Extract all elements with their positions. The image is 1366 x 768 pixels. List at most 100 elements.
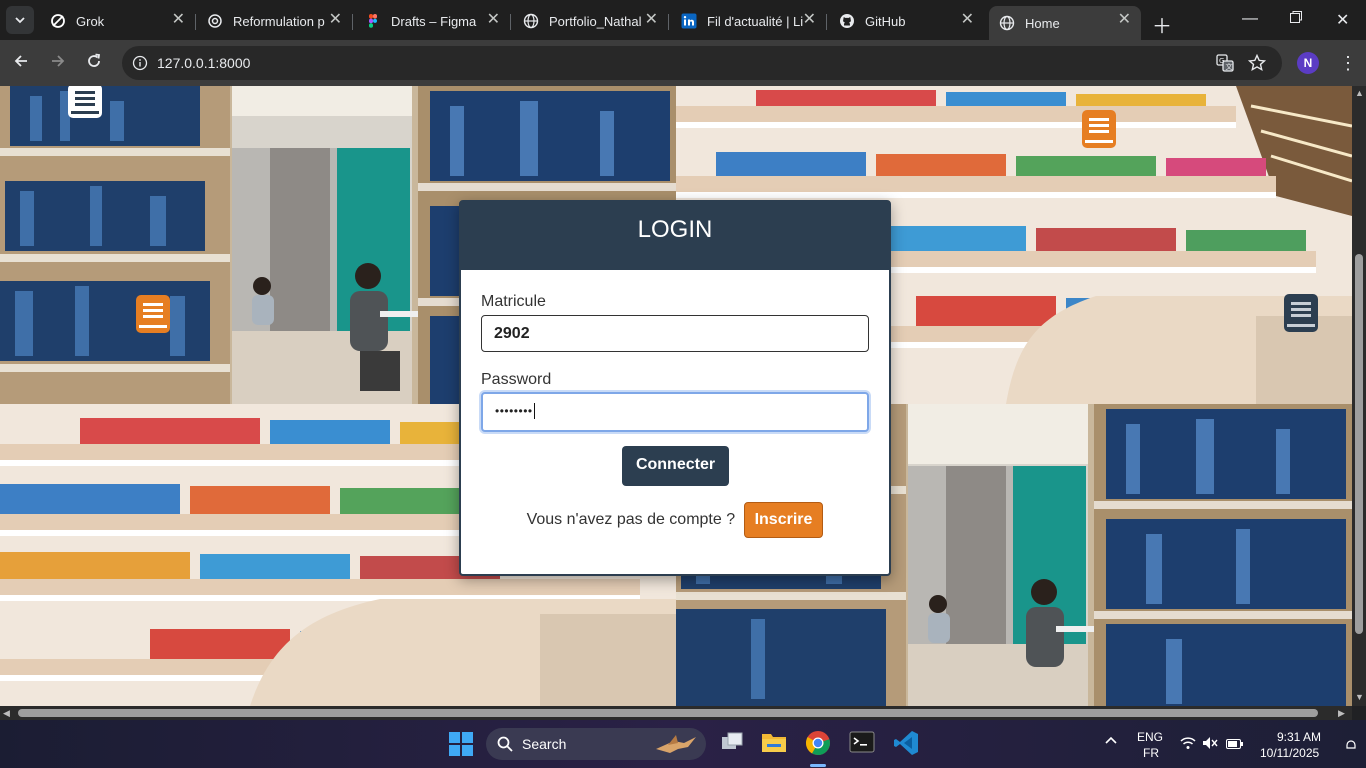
browser-toolbar: 127.0.0.1:8000 G文 N ⋮ — [0, 40, 1366, 86]
browser-tab-strip: Grok ✕ Reformulation p ✕ Drafts – Figma … — [0, 0, 1366, 40]
scroll-left-arrow-icon[interactable]: ◀ — [3, 708, 10, 719]
tab-title: GitHub — [865, 13, 906, 29]
forward-button[interactable] — [47, 52, 69, 74]
no-account-text: Vous n'avez pas de compte ? — [526, 511, 736, 528]
clock-time[interactable]: 9:31 AM — [1277, 730, 1321, 744]
tab-linkedin[interactable]: Fil d'actualité | Li ✕ — [671, 6, 827, 36]
chrome-icon[interactable] — [805, 730, 831, 756]
tab-title: Drafts – Figma — [391, 13, 477, 29]
tab-title: Grok — [76, 13, 105, 29]
tab-search-button[interactable] — [6, 6, 34, 34]
bird-decoration-icon — [656, 735, 696, 753]
tab-separator — [510, 14, 511, 30]
horizontal-scrollbar[interactable]: ◀ ▶ — [0, 706, 1352, 720]
tab-grok[interactable]: Grok ✕ — [40, 6, 196, 36]
volume-muted-icon[interactable] — [1202, 736, 1228, 762]
vertical-scrollbar[interactable]: ▲ ▼ — [1352, 86, 1366, 706]
matricule-value: 2902 — [494, 325, 530, 342]
language-indicator-bottom[interactable]: FR — [1143, 746, 1159, 760]
close-tab-icon[interactable]: ✕ — [645, 12, 658, 28]
windows-start-icon[interactable] — [449, 732, 475, 758]
chatgpt-icon — [207, 13, 223, 29]
signup-row: Vous n'avez pas de compte ? Inscrire — [461, 502, 889, 538]
vscode-icon[interactable] — [893, 730, 919, 756]
language-indicator-top[interactable]: ENG — [1137, 730, 1163, 744]
minimize-button[interactable]: — — [1242, 10, 1258, 28]
github-icon — [839, 13, 855, 29]
tab-separator — [195, 14, 196, 30]
reload-button[interactable] — [83, 52, 105, 74]
tab-portfolio[interactable]: Portfolio_Nathal ✕ — [513, 6, 669, 36]
globe-icon — [523, 13, 539, 29]
password-input[interactable]: •••••••• — [481, 392, 869, 432]
tab-figma[interactable]: Drafts – Figma ✕ — [355, 6, 511, 36]
taskbar-search[interactable]: Search — [486, 728, 706, 760]
profile-avatar[interactable]: N — [1297, 52, 1319, 74]
new-tab-button[interactable]: ＋ — [1152, 10, 1172, 39]
back-button[interactable] — [10, 52, 32, 74]
vertical-scroll-thumb[interactable] — [1355, 254, 1363, 634]
close-tab-icon[interactable]: ✕ — [172, 12, 185, 28]
grok-icon — [50, 13, 66, 29]
bookmark-star-icon[interactable] — [1247, 53, 1267, 77]
close-tab-icon[interactable]: ✕ — [329, 12, 342, 28]
chevron-down-icon — [15, 17, 25, 24]
arrow-left-icon — [14, 55, 27, 67]
close-tab-icon[interactable]: ✕ — [487, 12, 500, 28]
translate-icon[interactable]: G文 — [1216, 54, 1234, 77]
search-icon — [497, 736, 513, 752]
task-view-icon[interactable] — [720, 730, 746, 756]
book-icon — [1082, 110, 1116, 148]
tab-separator — [668, 14, 669, 30]
svg-text:G: G — [1219, 57, 1224, 65]
text-caret — [533, 402, 535, 419]
battery-icon[interactable] — [1226, 737, 1252, 763]
tab-github[interactable]: GitHub ✕ — [829, 6, 984, 36]
address-bar[interactable]: 127.0.0.1:8000 G文 — [122, 46, 1282, 80]
tab-title: Fil d'actualité | Li — [707, 13, 804, 29]
windows-taskbar: Search ENG FR 9:31 AM 10/11/2025 — [0, 720, 1366, 768]
close-window-button[interactable]: ✕ — [1336, 10, 1349, 30]
scroll-right-arrow-icon[interactable]: ▶ — [1338, 708, 1345, 719]
tab-separator — [352, 14, 353, 30]
tab-reformulation[interactable]: Reformulation p ✕ — [197, 6, 353, 36]
restore-button[interactable] — [1289, 10, 1303, 29]
book-icon — [136, 295, 170, 333]
tray-chevron-up-icon[interactable] — [1104, 734, 1130, 760]
scroll-down-arrow-icon[interactable]: ▼ — [1355, 692, 1364, 702]
globe-icon — [999, 15, 1015, 31]
matricule-label: Matricule — [481, 293, 546, 310]
active-app-indicator — [810, 764, 826, 767]
password-value: •••••••• — [495, 404, 533, 418]
terminal-icon[interactable] — [849, 730, 875, 756]
file-explorer-icon[interactable] — [761, 730, 787, 756]
reload-icon — [88, 53, 101, 67]
close-tab-icon[interactable]: ✕ — [803, 12, 816, 28]
linkedin-icon — [681, 13, 697, 29]
tab-title: Home — [1025, 15, 1060, 31]
matricule-input[interactable]: 2902 — [481, 315, 869, 352]
close-tab-icon[interactable]: ✕ — [1118, 12, 1131, 28]
book-icon — [1284, 294, 1318, 332]
horizontal-scroll-thumb[interactable] — [18, 709, 1318, 717]
url-text: 127.0.0.1:8000 — [157, 55, 251, 71]
close-tab-icon[interactable]: ✕ — [961, 12, 974, 28]
tab-home[interactable]: Home ✕ — [989, 6, 1141, 40]
notification-bell-icon[interactable] — [1345, 738, 1366, 764]
tab-separator — [826, 14, 827, 30]
taskbar-search-label: Search — [522, 736, 567, 752]
signup-button[interactable]: Inscrire — [743, 502, 824, 538]
clock-date[interactable]: 10/11/2025 — [1260, 746, 1319, 760]
site-info-icon[interactable] — [132, 55, 148, 76]
book-icon — [68, 86, 102, 118]
login-title: LOGIN — [461, 202, 889, 270]
menu-kebab-icon[interactable]: ⋮ — [1339, 52, 1357, 74]
login-card: LOGIN Matricule 2902 Password •••••••• C… — [459, 200, 891, 576]
restore-icon — [1290, 11, 1302, 23]
tab-title: Reformulation p — [233, 13, 325, 29]
connect-button[interactable]: Connecter — [622, 446, 729, 486]
arrow-right-icon — [52, 55, 65, 67]
figma-icon — [365, 13, 381, 29]
password-label: Password — [481, 371, 552, 388]
scroll-up-arrow-icon[interactable]: ▲ — [1355, 88, 1364, 98]
